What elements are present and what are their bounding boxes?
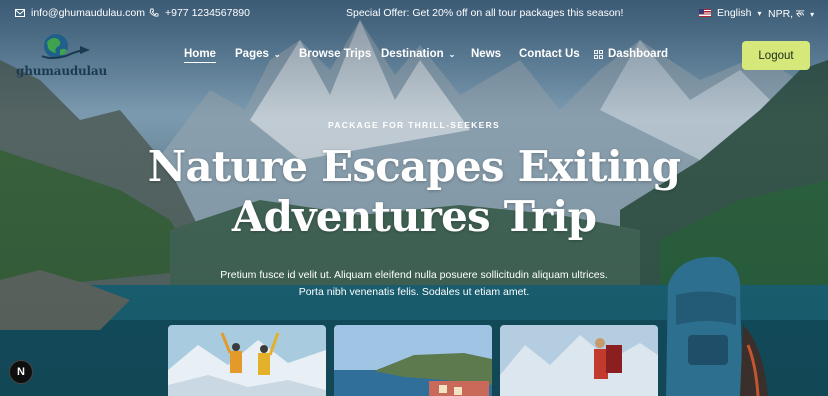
nav-browse-trips-label: Browse Trips [299, 48, 372, 60]
hero-subtitle: Pretium fusce id velit ut. Aliquam eleif… [220, 269, 608, 298]
nav-news[interactable]: News [471, 48, 501, 60]
trip-card-2[interactable] [334, 325, 492, 396]
language-label: English [717, 7, 752, 19]
trip-image-3 [500, 325, 658, 396]
nav-home-label: Home [184, 48, 216, 63]
nav-contact-label: Contact Us [519, 48, 580, 60]
language-selector[interactable]: English ▾ [699, 7, 761, 19]
nav-news-label: News [471, 48, 502, 60]
logout-button[interactable]: Logout [742, 41, 810, 70]
hiker-image [666, 256, 768, 396]
trip-image-2 [334, 325, 492, 396]
us-flag-icon [699, 9, 711, 17]
trip-image-1 [168, 325, 326, 396]
hero-title-line1: Nature Escapes Exiting [147, 142, 681, 191]
trip-card-1[interactable] [168, 325, 326, 396]
nav-pages-label: Pages [235, 48, 269, 60]
topbar-email[interactable]: info@ghumaudulau.com [15, 7, 145, 19]
phone-icon [149, 8, 159, 17]
nav-dashboard[interactable]: Dashboard [594, 48, 668, 60]
chevron-down-icon: ▾ [757, 8, 762, 18]
trip-card-3[interactable] [500, 325, 658, 396]
chevron-down-icon: ⌄ [448, 49, 456, 59]
hero-eyebrow: PACKAGE FOR THRILL-SEEKERS [327, 120, 500, 130]
next-badge[interactable]: N [9, 360, 33, 384]
mail-icon [15, 9, 25, 17]
nav-destination[interactable]: Destination ⌄ [381, 48, 455, 60]
topbar-email-text: info@ghumaudulau.com [31, 7, 145, 19]
nav-browse-trips[interactable]: Browse Trips [299, 48, 371, 60]
grid-icon [594, 49, 603, 59]
offer-text: Special Offer: Get 20% off on all tour p… [346, 7, 624, 19]
topbar-offer: Special Offer: Get 20% off on all tour p… [346, 7, 623, 19]
nav-pages[interactable]: Pages ⌄ [235, 48, 281, 60]
currency-selector[interactable]: NPR, रू ▾ [768, 7, 814, 21]
topbar-phone[interactable]: +977 1234567890 [149, 7, 250, 19]
hero-title-line2: Adventures Trip [231, 192, 597, 241]
hero-title: Nature Escapes Exiting Adventures Trip [0, 142, 828, 242]
topbar: info@ghumaudulau.com +977 1234567890 Spe… [0, 0, 828, 28]
chevron-down-icon: ⌄ [273, 49, 281, 59]
nav-home[interactable]: Home [184, 48, 216, 63]
main-nav: Home Pages ⌄ Browse Trips Destination ⌄ … [0, 48, 828, 64]
nav-contact-us[interactable]: Contact Us [519, 48, 580, 60]
currency-label: NPR, रू [768, 8, 805, 20]
brand-name: ghumaudulau [16, 64, 108, 78]
topbar-phone-text: +977 1234567890 [165, 7, 250, 19]
nav-dashboard-label: Dashboard [608, 48, 669, 60]
nav-destination-label: Destination [381, 48, 444, 60]
chevron-down-icon: ▾ [810, 9, 815, 19]
